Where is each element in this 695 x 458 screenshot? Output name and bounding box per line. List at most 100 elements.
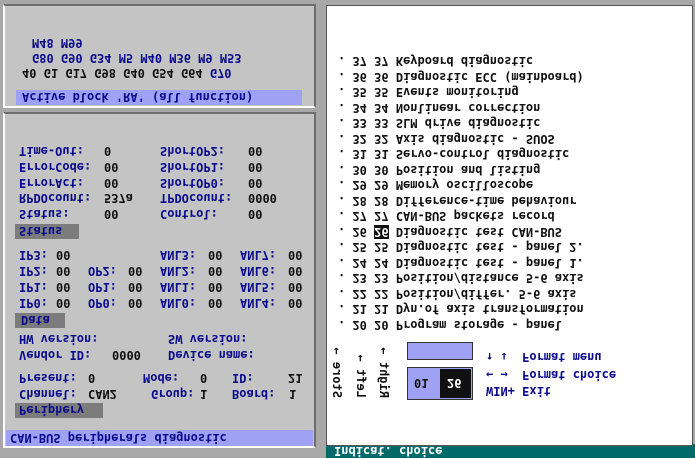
menu-item[interactable]: . 23 23 Position/distance 5-6 axis <box>338 272 584 286</box>
menu-item[interactable]: . 33 33 SLM drive diagnostic <box>338 117 540 131</box>
device-label: Device name: <box>168 348 255 362</box>
mode-label: Mode: <box>143 371 180 385</box>
data-cell: IP0: <box>19 296 48 310</box>
menu-spacer <box>389 303 396 317</box>
menu-item-label: Difference-time behaviour <box>395 194 577 208</box>
hw-label: HW version: <box>19 332 99 346</box>
gcode-line-1: 40 G1 G17 G98 G40 G54 G64 G70 <box>22 66 232 80</box>
menu-spacer <box>389 225 396 239</box>
data-cell: 00 <box>128 296 143 310</box>
menu-item-code: 31 <box>374 147 389 162</box>
menu-spacer <box>389 132 396 146</box>
menu-item[interactable]: . 21 21 Dyn.of axis transformation <box>338 303 584 317</box>
menu-item-label: Diagnostic test - panel 2. <box>395 240 584 255</box>
menu-item-code: 21 <box>374 302 389 317</box>
menu-item-number: 22 <box>352 287 367 301</box>
menu-spacer <box>389 318 396 332</box>
menu-spacer <box>389 117 396 131</box>
id-value: 21 <box>288 371 303 385</box>
menu-item-number: 33 <box>352 116 367 131</box>
status-cell: 0000 <box>248 191 277 205</box>
menu-bullet: . <box>338 178 353 193</box>
menu-item-label: Position/differ. 5-6 axis <box>395 287 577 301</box>
menu-item[interactable]: . 28 28 Difference-time behaviour <box>338 194 576 208</box>
selector-right-value: 26 <box>447 376 462 390</box>
menu-spacer <box>389 287 396 301</box>
menu-bullet: . <box>338 271 353 286</box>
menu-item-number: 24 <box>352 256 367 270</box>
menu-item-number: 29 <box>352 178 367 193</box>
present-label: Present: <box>19 371 77 385</box>
menu-item-label: Memory oscilloscope <box>395 178 534 193</box>
menu-item-number: 32 <box>352 132 367 146</box>
data-cell: IP1: <box>19 280 48 294</box>
menu-item-number: 30 <box>352 163 367 177</box>
data-header: Data <box>21 313 50 327</box>
status-bar: Indicat. choice <box>326 444 695 458</box>
board-label: Board: <box>232 387 276 401</box>
data-cell: ANL5: <box>240 280 277 294</box>
menu-bullet: . <box>338 302 353 317</box>
data-cell: ANL2: <box>160 264 197 278</box>
status-header: Status <box>19 224 63 238</box>
status-cell: RPDOcount: <box>19 191 92 205</box>
menu-spacer <box>389 194 396 208</box>
menu-item[interactable]: . 24 24 Diagnostic test - panel 1. <box>338 256 584 270</box>
menu-item-code: 20 <box>374 318 389 332</box>
board-value: 1 <box>289 387 297 401</box>
menu-spacer <box>389 148 396 162</box>
status-cell: ShortOP1: <box>160 160 226 174</box>
menu-item-label: Axis diagnostic - SUOS <box>395 132 555 146</box>
menu-item-label: CAN-BUS packets record <box>395 209 555 224</box>
menu-item[interactable]: . 32 32 Axis diagnostic - SUOS <box>338 132 555 146</box>
menu-item-number: 34 <box>352 101 367 115</box>
status-cell: Status: <box>19 207 70 221</box>
menu-item[interactable]: . 30 30 Position and listing <box>338 163 540 177</box>
input-box[interactable] <box>407 342 473 360</box>
menu-item[interactable]: . 36 36 Diagnostic ECC (mainboard) <box>338 70 584 84</box>
menu-item-number: 25 <box>352 240 367 255</box>
menu-item[interactable]: . 20 20 Program storage - panel <box>338 318 562 332</box>
menu-item[interactable]: . 27 27 CAN-BUS packets record <box>338 210 555 224</box>
menu-item[interactable]: . 34 34 Nonlinear correction <box>338 101 540 115</box>
menu-bullet: . <box>338 163 353 177</box>
data-cell: 00 <box>288 280 303 294</box>
menu-bullet: . <box>338 101 353 115</box>
menu-bullet: . <box>338 318 353 332</box>
menu-hint: ↑ ↓ Format menu <box>486 350 602 364</box>
menu-item[interactable]: . 29 29 Memory oscilloscope <box>338 179 533 193</box>
status-cell: TPDOcount: <box>160 191 233 205</box>
menu-item-code: 24 <box>374 256 389 270</box>
status-cell: 00 <box>248 176 263 190</box>
menu-bullet: . <box>338 209 353 224</box>
menu-item[interactable]: . 35 35 Events monitoring <box>338 86 519 100</box>
menu-bullet: . <box>338 147 353 162</box>
menu-item-code: 27 <box>374 209 389 224</box>
status-cell: 537a <box>104 191 133 205</box>
gcode-line-2: G80 G90 G34 M5 M40 M36 M9 M53 <box>32 51 242 65</box>
menu-item[interactable]: . 22 22 Position/differ. 5-6 axis <box>338 287 576 301</box>
menu-spacer <box>389 86 396 100</box>
data-cell: 00 <box>56 264 71 278</box>
menu-item[interactable]: . 31 31 Servo-control diagnostic <box>338 148 569 162</box>
data-cell: 00 <box>208 248 223 262</box>
status-cell: 00 <box>248 160 263 174</box>
choice-hint: ← → Format choice <box>486 368 617 382</box>
menu-spacer <box>389 55 396 69</box>
status-cell: ShortOP0: <box>160 176 226 190</box>
menu-item[interactable]: . 25 25 Diagnostic test - panel 2. <box>338 241 584 255</box>
vendor-value: 0000 <box>112 348 141 362</box>
menu-item-code: 34 <box>374 101 389 115</box>
menu-item-label: Diagnostic test - panel 1. <box>395 256 584 270</box>
data-cell: 00 <box>288 296 303 310</box>
menu-bullet: . <box>338 70 353 84</box>
data-cell: 00 <box>208 264 223 278</box>
can-bus-title: CAN-BUS peripherals diagnostic <box>10 431 227 445</box>
menu-item-label: Dyn.of axis transformation <box>395 302 584 317</box>
menu-item-number: 36 <box>352 70 367 84</box>
menu-item-label: SLM drive diagnostic <box>395 116 541 131</box>
data-cell: 00 <box>208 296 223 310</box>
menu-item[interactable]: . 37 37 Keyboard diagnostic <box>338 55 533 69</box>
menu-item-number: 27 <box>352 209 367 224</box>
menu-item[interactable]: . 26 26 Diagnostic test CAN-BUS <box>338 225 562 239</box>
